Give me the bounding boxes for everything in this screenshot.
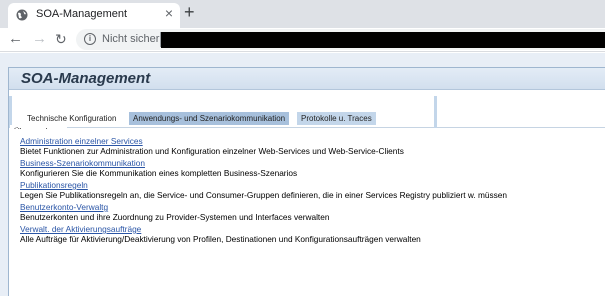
main-content: Administration einzelner Services Bietet… — [9, 129, 605, 296]
entry-description: Konfigurieren Sie die Kommunikation eine… — [20, 168, 298, 178]
new-tab-button[interactable]: + — [184, 2, 195, 23]
browser-tabstrip: SOA-Management × + — [0, 0, 605, 28]
url-redacted[interactable] — [161, 32, 605, 48]
tab-anwendungs-szenariokommunikation[interactable]: Anwendungs- und Szenariokommunikation — [129, 112, 290, 125]
page-background: SOA-Management Technische Konfiguration … — [0, 53, 605, 296]
link-business-szenariokommunikation[interactable]: Business-Szenariokommunikation — [20, 158, 297, 168]
forward-button[interactable]: → — [32, 30, 47, 47]
list-item: Business-Szenariokommunikation Konfiguri… — [20, 158, 297, 178]
entry-description: Alle Aufträge für Aktivierung/Deaktivier… — [20, 234, 421, 244]
list-item: Administration einzelner Services Bietet… — [20, 136, 404, 156]
app-frame: SOA-Management Technische Konfiguration … — [8, 67, 605, 296]
tab-technische-konfiguration[interactable]: Technische Konfiguration — [23, 112, 121, 125]
tab-edge-left — [9, 96, 12, 128]
list-item: Benutzerkonto-Verwaltg Benutzerkonten un… — [20, 202, 329, 222]
tab-protokolle-traces[interactable]: Protokolle u. Traces — [297, 112, 376, 125]
address-bar[interactable]: i Nicht sicher — [76, 29, 605, 50]
link-administration-services[interactable]: Administration einzelner Services — [20, 136, 404, 146]
app-title-bar: SOA-Management — [9, 68, 605, 90]
security-label[interactable]: Nicht sicher — [102, 33, 159, 45]
info-icon[interactable]: i — [84, 33, 96, 45]
list-item: Publikationsregeln Legen Sie Publikation… — [20, 180, 507, 200]
list-item: Verwalt. der Aktivierungsaufträge Alle A… — [20, 224, 421, 244]
tab-title: SOA-Management — [36, 8, 128, 20]
close-icon[interactable]: × — [165, 5, 173, 21]
link-publikationsregeln[interactable]: Publikationsregeln — [20, 180, 507, 190]
link-benutzerkonto-verwaltung[interactable]: Benutzerkonto-Verwaltg — [20, 202, 329, 212]
reload-button[interactable]: ↻ — [55, 31, 67, 48]
tab-edge-right — [434, 96, 437, 128]
back-button[interactable]: ← — [8, 30, 23, 47]
entry-description: Bietet Funktionen zur Administration und… — [20, 146, 404, 156]
browser-tab[interactable]: SOA-Management × — [8, 3, 180, 28]
entry-description: Legen Sie Publikationsregeln an, die Ser… — [20, 190, 508, 200]
entry-description: Benutzerkonten und ihre Zuordnung zu Pro… — [20, 212, 330, 222]
link-verwaltung-aktivierungsauftraege[interactable]: Verwalt. der Aktivierungsaufträge — [20, 224, 421, 234]
globe-icon — [16, 9, 28, 21]
browser-toolbar: ← → ↻ i Nicht sicher — [0, 28, 605, 52]
page-title: SOA-Management — [21, 70, 151, 87]
